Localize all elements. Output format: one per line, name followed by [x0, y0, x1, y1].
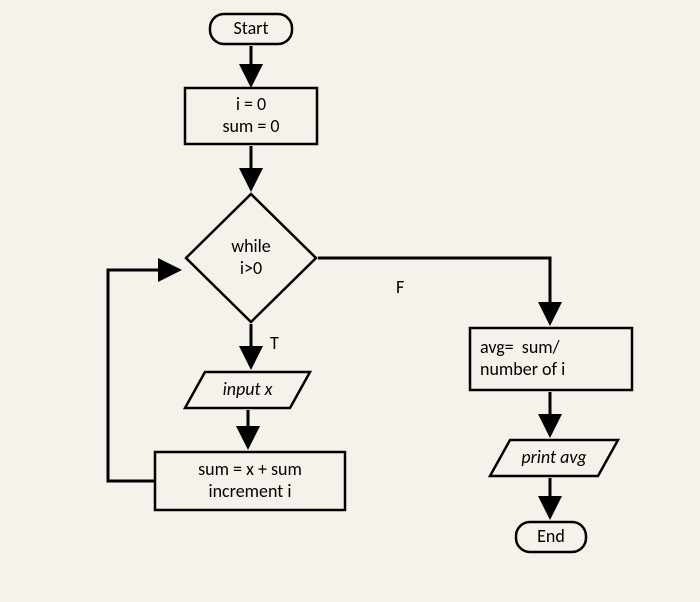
true-branch-label: T	[270, 332, 279, 354]
print-label: print avg	[495, 440, 613, 476]
decision-label: while i>0	[186, 210, 316, 306]
edge-loop-back	[108, 270, 178, 481]
false-branch-label: F	[396, 276, 404, 298]
init-label: i = 0 sum = 0	[185, 88, 317, 144]
avg-label: avg= sum/ number of i	[470, 328, 642, 390]
end-label: End	[516, 522, 586, 552]
input-label: input x	[190, 372, 305, 408]
start-label: Start	[210, 14, 292, 44]
update-label: sum = x + sum increment i	[155, 452, 345, 510]
flowchart-canvas	[0, 0, 700, 602]
edge-decision-avg	[318, 258, 550, 322]
